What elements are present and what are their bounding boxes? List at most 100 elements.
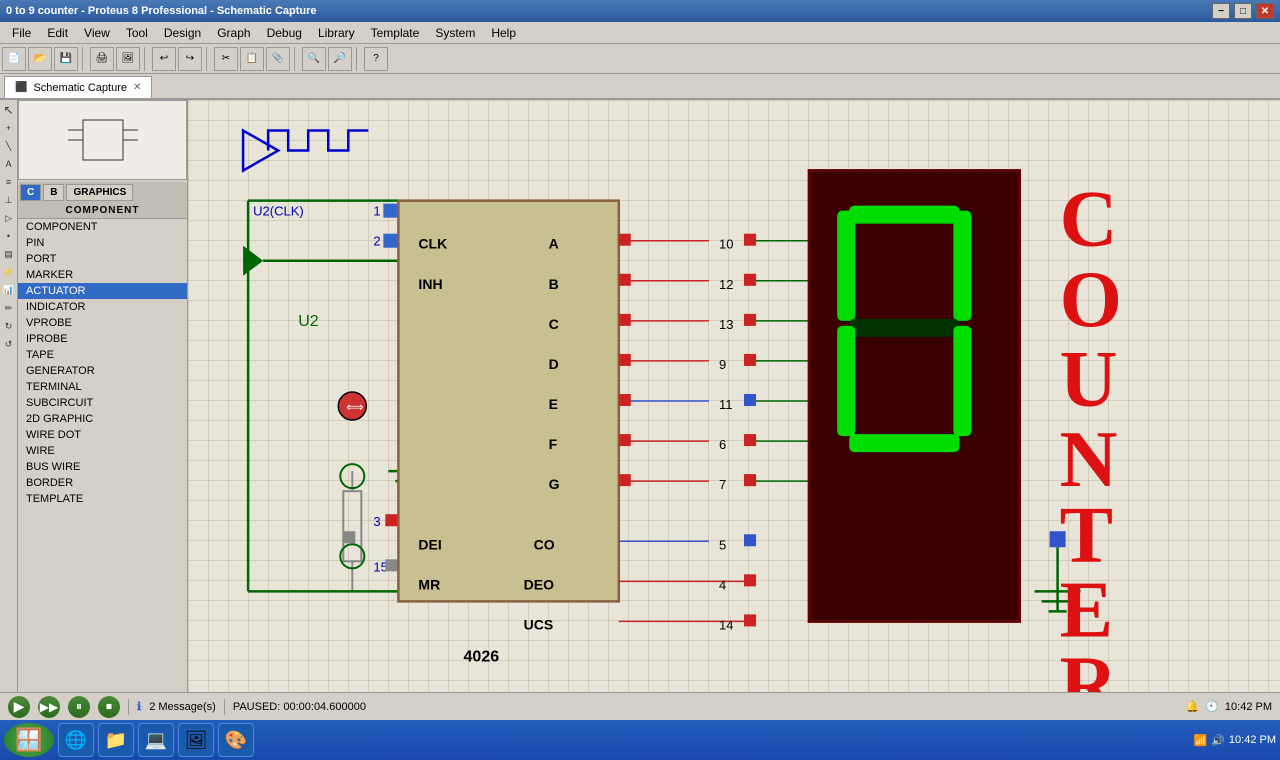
main-area: ↖ + ╲ A ≡ ⊥ ▷ • ▤ ⚡ 📊 ✏ ↻ ↺ C B GR <box>0 100 1280 692</box>
taskbar-browser[interactable]: 🌐 <box>58 723 94 757</box>
redo-button[interactable]: ↪ <box>178 47 202 71</box>
undo-button[interactable]: ↩ <box>152 47 176 71</box>
menu-edit[interactable]: Edit <box>39 24 76 42</box>
svg-text:13: 13 <box>719 317 733 332</box>
svg-text:5: 5 <box>719 537 726 552</box>
comp-component[interactable]: COMPONENT <box>18 219 187 235</box>
panel-tab-c[interactable]: C <box>20 184 41 201</box>
menu-tool[interactable]: Tool <box>118 24 156 42</box>
svg-text:14: 14 <box>719 617 733 632</box>
tab-schematic[interactable]: ⬛ Schematic Capture ✕ <box>4 76 152 98</box>
comp-marker[interactable]: MARKER <box>18 267 187 283</box>
cut-button[interactable]: ✂ <box>214 47 238 71</box>
component-tool[interactable]: + <box>1 120 17 136</box>
stop-button[interactable]: ⏹ <box>98 696 120 718</box>
print-button[interactable]: 🖨 <box>90 47 114 71</box>
menu-file[interactable]: File <box>4 24 39 42</box>
menu-debug[interactable]: Debug <box>259 24 310 42</box>
copy-button[interactable]: 📋 <box>240 47 264 71</box>
menu-view[interactable]: View <box>76 24 118 42</box>
schematic-canvas[interactable]: U2(CLK) 1 2 U2 ⟺ <box>188 100 1280 692</box>
comp-indicator[interactable]: INDICATOR <box>18 299 187 315</box>
panel-tabs: C B GRAPHICS <box>18 182 187 203</box>
comp-wiredot[interactable]: WIRE DOT <box>18 427 187 443</box>
comp-port[interactable]: PORT <box>18 251 187 267</box>
svg-text:DEI: DEI <box>418 536 441 552</box>
generator-tool[interactable]: ⚡ <box>1 264 17 280</box>
new-button[interactable]: 📄 <box>2 47 26 71</box>
svg-text:11: 11 <box>719 397 733 412</box>
menu-library[interactable]: Library <box>310 24 363 42</box>
play-button[interactable]: ▶ <box>8 696 30 718</box>
menu-system[interactable]: System <box>427 24 483 42</box>
tab-bar: ⬛ Schematic Capture ✕ <box>0 74 1280 100</box>
toolbar-sep-1 <box>82 47 86 71</box>
system-tray: 📶 🔊 10:42 PM <box>1194 734 1277 747</box>
schematic-svg: U2(CLK) 1 2 U2 ⟺ <box>188 100 1280 692</box>
comp-buswire[interactable]: BUS WIRE <box>18 459 187 475</box>
comp-2dgraphic[interactable]: 2D GRAPHIC <box>18 411 187 427</box>
comp-iprobe[interactable]: IPROBE <box>18 331 187 347</box>
component-list: COMPONENT PIN PORT MARKER ACTUATOR INDIC… <box>18 219 187 692</box>
comp-pin[interactable]: PIN <box>18 235 187 251</box>
menu-template[interactable]: Template <box>363 24 428 42</box>
bus-tool[interactable]: ≡ <box>1 174 17 190</box>
terminal-tool[interactable]: ⊥ <box>1 192 17 208</box>
comp-generator[interactable]: GENERATOR <box>18 363 187 379</box>
paste-button[interactable]: 📎 <box>266 47 290 71</box>
comp-tape[interactable]: TAPE <box>18 347 187 363</box>
wire-tool[interactable]: ╲ <box>1 138 17 154</box>
draw-tool[interactable]: ✏ <box>1 300 17 316</box>
maximize-button[interactable]: □ <box>1234 3 1252 19</box>
port-tool[interactable]: ▷ <box>1 210 17 226</box>
zoom-in[interactable]: 🔍 <box>302 47 326 71</box>
comp-subcircuit[interactable]: SUBCIRCUIT <box>18 395 187 411</box>
taskbar-app3[interactable]: 🎨 <box>218 723 254 757</box>
tab-close-button[interactable]: ✕ <box>133 82 141 93</box>
menu-help[interactable]: Help <box>483 24 524 42</box>
save-button[interactable]: 💾 <box>54 47 78 71</box>
select-tool[interactable]: ↖ <box>1 102 17 118</box>
probe-tool[interactable]: • <box>1 228 17 244</box>
rotate-ccw[interactable]: ↺ <box>1 336 17 352</box>
taskbar-explorer[interactable]: 📁 <box>98 723 134 757</box>
comp-vprobe[interactable]: VPROBE <box>18 315 187 331</box>
minimize-button[interactable]: − <box>1212 3 1230 19</box>
tape-tool[interactable]: ▤ <box>1 246 17 262</box>
taskbar-app1[interactable]: 💻 <box>138 723 174 757</box>
window-controls: − □ ✕ <box>1212 3 1274 19</box>
rotate-cw[interactable]: ↻ <box>1 318 17 334</box>
taskbar-app2[interactable]: 🖼 <box>178 723 214 757</box>
play-forward-button[interactable]: ▶▶ <box>38 696 60 718</box>
panel-tab-b[interactable]: B <box>43 184 64 201</box>
svg-text:U2: U2 <box>298 312 319 330</box>
svg-text:U: U <box>1060 336 1118 424</box>
svg-text:G: G <box>549 476 560 492</box>
svg-text:A: A <box>549 236 559 252</box>
comp-actuator[interactable]: ACTUATOR <box>18 283 187 299</box>
side-panel: C B GRAPHICS COMPONENT COMPONENT PIN POR… <box>18 100 188 692</box>
pause-button[interactable]: ⏸ <box>68 696 90 718</box>
comp-terminal[interactable]: TERMINAL <box>18 379 187 395</box>
svg-text:C: C <box>1060 176 1118 264</box>
svg-text:MR: MR <box>418 576 440 592</box>
label-tool[interactable]: A <box>1 156 17 172</box>
panel-tab-graphics[interactable]: GRAPHICS <box>66 184 133 201</box>
svg-text:U2(CLK): U2(CLK) <box>253 204 304 219</box>
close-button[interactable]: ✕ <box>1256 3 1274 19</box>
tray-clock: 10:42 PM <box>1229 734 1276 746</box>
virtual-tool[interactable]: 📊 <box>1 282 17 298</box>
print-preview[interactable]: 🖼 <box>116 47 140 71</box>
svg-text:DEO: DEO <box>524 576 554 592</box>
comp-wire[interactable]: WIRE <box>18 443 187 459</box>
comp-template[interactable]: TEMPLATE <box>18 491 187 507</box>
open-button[interactable]: 📂 <box>28 47 52 71</box>
comp-border[interactable]: BORDER <box>18 475 187 491</box>
zoom-out[interactable]: 🔎 <box>328 47 352 71</box>
help-button[interactable]: ? <box>364 47 388 71</box>
svg-text:CO: CO <box>534 536 555 552</box>
menu-graph[interactable]: Graph <box>209 24 258 42</box>
menu-design[interactable]: Design <box>156 24 209 42</box>
start-button[interactable]: 🪟 <box>4 723 54 757</box>
svg-text:CLK: CLK <box>418 236 447 252</box>
